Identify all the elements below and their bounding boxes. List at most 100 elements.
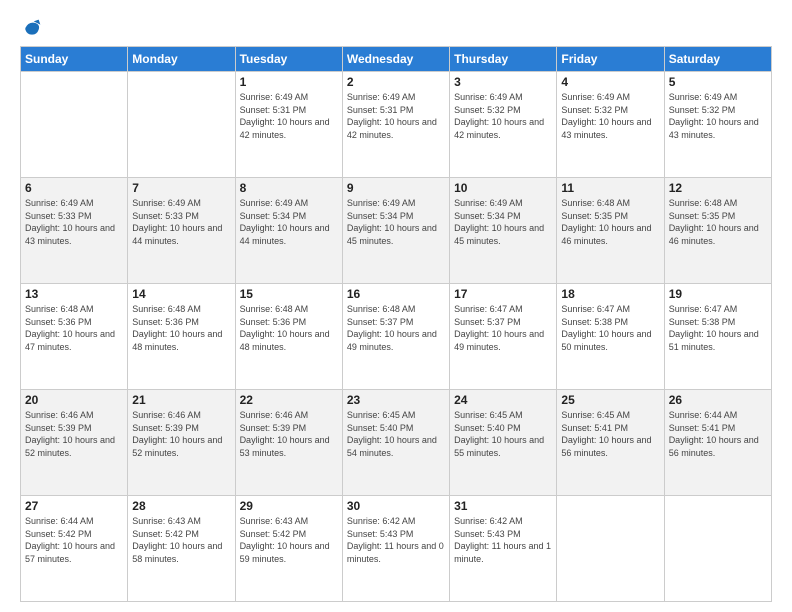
day-number: 15 [240,287,338,301]
day-number: 18 [561,287,659,301]
calendar-cell: 23Sunrise: 6:45 AMSunset: 5:40 PMDayligh… [342,390,449,496]
day-number: 12 [669,181,767,195]
calendar-cell: 18 Sunrise: 6:47 AMSunset: 5:38 PMDayligh… [557,284,664,390]
day-number: 9 [347,181,445,195]
day-info: Sunrise: 6:45 AMSunset: 5:41 PMDaylight:… [561,409,659,459]
calendar-cell: 25 Sunrise: 6:45 AMSunset: 5:41 PMDayligh… [557,390,664,496]
calendar-cell: 14 Sunrise: 6:48 AMSunset: 5:36 PMDayligh… [128,284,235,390]
calendar-cell: 8 Sunrise: 6:49 AMSunset: 5:34 PMDaylight… [235,178,342,284]
day-number: 16 [347,287,445,301]
calendar-cell: 11 Sunrise: 6:48 AMSunset: 5:35 PMDayligh… [557,178,664,284]
day-number: 8 [240,181,338,195]
calendar-cell: 15 Sunrise: 6:48 AMSunset: 5:36 PMDayligh… [235,284,342,390]
calendar-cell: 13 Sunrise: 6:48 AMSunset: 5:36 PMDayligh… [21,284,128,390]
day-number: 11 [561,181,659,195]
calendar-cell: 22 Sunrise: 6:46 AMSunset: 5:39 PMDayligh… [235,390,342,496]
calendar-cell: 17 Sunrise: 6:47 AMSunset: 5:37 PMDayligh… [450,284,557,390]
day-number: 25 [561,393,659,407]
day-info: Sunrise: 6:46 AMSunset: 5:39 PMDaylight:… [240,409,338,459]
logo-icon [22,18,42,38]
calendar-cell: 24 Sunrise: 6:45 AMSunset: 5:40 PMDayligh… [450,390,557,496]
calendar-cell: 3 Sunrise: 6:49 AMSunset: 5:32 PMDaylight… [450,72,557,178]
calendar-cell: 7 Sunrise: 6:49 AMSunset: 5:33 PMDaylight… [128,178,235,284]
day-number: 19 [669,287,767,301]
day-info: Sunrise: 6:49 AMSunset: 5:31 PMDaylight:… [240,91,338,141]
calendar-header-friday: Friday [557,47,664,72]
day-info: Sunrise: 6:44 AMSunset: 5:41 PMDaylight:… [669,409,767,459]
day-number: 3 [454,75,552,89]
day-number: 30 [347,499,445,513]
day-info: Sunrise: 6:44 AMSunset: 5:42 PMDaylight:… [25,515,123,565]
day-info: Sunrise: 6:49 AMSunset: 5:31 PMDaylight:… [347,91,445,141]
calendar-week-2: 6Sunrise: 6:49 AMSunset: 5:33 PMDaylight… [21,178,772,284]
calendar-header-tuesday: Tuesday [235,47,342,72]
day-number: 13 [25,287,123,301]
calendar-header-thursday: Thursday [450,47,557,72]
day-number: 2 [347,75,445,89]
calendar-cell [21,72,128,178]
day-number: 14 [132,287,230,301]
day-info: Sunrise: 6:43 AMSunset: 5:42 PMDaylight:… [132,515,230,565]
day-number: 10 [454,181,552,195]
day-info: Sunrise: 6:47 AMSunset: 5:38 PMDaylight:… [561,303,659,353]
calendar-cell: 9 Sunrise: 6:49 AMSunset: 5:34 PMDaylight… [342,178,449,284]
calendar-cell: 30Sunrise: 6:42 AMSunset: 5:43 PMDayligh… [342,496,449,602]
page: SundayMondayTuesdayWednesdayThursdayFrid… [0,0,792,612]
calendar-cell [664,496,771,602]
calendar-header-wednesday: Wednesday [342,47,449,72]
day-info: Sunrise: 6:48 AMSunset: 5:37 PMDaylight:… [347,303,445,353]
calendar-cell: 31 Sunrise: 6:42 AMSunset: 5:43 PMDayligh… [450,496,557,602]
day-info: Sunrise: 6:42 AMSunset: 5:43 PMDaylight:… [454,515,552,565]
day-number: 17 [454,287,552,301]
day-info: Sunrise: 6:48 AMSunset: 5:36 PMDaylight:… [25,303,123,353]
calendar-cell: 20Sunrise: 6:46 AMSunset: 5:39 PMDayligh… [21,390,128,496]
day-number: 5 [669,75,767,89]
calendar-cell: 4Sunrise: 6:49 AMSunset: 5:32 PMDaylight… [557,72,664,178]
calendar-cell: 5 Sunrise: 6:49 AMSunset: 5:32 PMDaylight… [664,72,771,178]
day-info: Sunrise: 6:49 AMSunset: 5:33 PMDaylight:… [132,197,230,247]
day-info: Sunrise: 6:49 AMSunset: 5:34 PMDaylight:… [454,197,552,247]
day-number: 1 [240,75,338,89]
calendar-cell: 6Sunrise: 6:49 AMSunset: 5:33 PMDaylight… [21,178,128,284]
calendar-header-monday: Monday [128,47,235,72]
calendar-cell: 27 Sunrise: 6:44 AMSunset: 5:42 PMDayligh… [21,496,128,602]
day-info: Sunrise: 6:46 AMSunset: 5:39 PMDaylight:… [132,409,230,459]
day-info: Sunrise: 6:47 AMSunset: 5:38 PMDaylight:… [669,303,767,353]
calendar-cell: 26Sunrise: 6:44 AMSunset: 5:41 PMDayligh… [664,390,771,496]
day-number: 21 [132,393,230,407]
calendar-header-saturday: Saturday [664,47,771,72]
day-number: 28 [132,499,230,513]
day-info: Sunrise: 6:45 AMSunset: 5:40 PMDaylight:… [454,409,552,459]
calendar-cell: 10 Sunrise: 6:49 AMSunset: 5:34 PMDayligh… [450,178,557,284]
calendar-week-1: 1 Sunrise: 6:49 AMSunset: 5:31 PMDaylight… [21,72,772,178]
day-number: 31 [454,499,552,513]
day-number: 7 [132,181,230,195]
calendar-cell: 12 Sunrise: 6:48 AMSunset: 5:35 PMDayligh… [664,178,771,284]
calendar-week-3: 13 Sunrise: 6:48 AMSunset: 5:36 PMDayligh… [21,284,772,390]
day-info: Sunrise: 6:48 AMSunset: 5:35 PMDaylight:… [669,197,767,247]
day-info: Sunrise: 6:48 AMSunset: 5:36 PMDaylight:… [240,303,338,353]
day-info: Sunrise: 6:48 AMSunset: 5:35 PMDaylight:… [561,197,659,247]
calendar-cell: 2 Sunrise: 6:49 AMSunset: 5:31 PMDaylight… [342,72,449,178]
day-info: Sunrise: 6:47 AMSunset: 5:37 PMDaylight:… [454,303,552,353]
day-number: 24 [454,393,552,407]
day-info: Sunrise: 6:49 AMSunset: 5:32 PMDaylight:… [669,91,767,141]
calendar-cell: 21 Sunrise: 6:46 AMSunset: 5:39 PMDayligh… [128,390,235,496]
calendar-week-5: 27 Sunrise: 6:44 AMSunset: 5:42 PMDayligh… [21,496,772,602]
day-info: Sunrise: 6:49 AMSunset: 5:32 PMDaylight:… [454,91,552,141]
day-info: Sunrise: 6:49 AMSunset: 5:32 PMDaylight:… [561,91,659,141]
header [20,18,772,38]
day-info: Sunrise: 6:46 AMSunset: 5:39 PMDaylight:… [25,409,123,459]
day-number: 22 [240,393,338,407]
day-info: Sunrise: 6:49 AMSunset: 5:33 PMDaylight:… [25,197,123,247]
calendar-cell [557,496,664,602]
day-number: 23 [347,393,445,407]
day-info: Sunrise: 6:43 AMSunset: 5:42 PMDaylight:… [240,515,338,565]
calendar-cell: 16 Sunrise: 6:48 AMSunset: 5:37 PMDayligh… [342,284,449,390]
calendar-cell: 29Sunrise: 6:43 AMSunset: 5:42 PMDayligh… [235,496,342,602]
day-info: Sunrise: 6:49 AMSunset: 5:34 PMDaylight:… [240,197,338,247]
day-info: Sunrise: 6:49 AMSunset: 5:34 PMDaylight:… [347,197,445,247]
calendar-cell [128,72,235,178]
day-number: 27 [25,499,123,513]
day-info: Sunrise: 6:48 AMSunset: 5:36 PMDaylight:… [132,303,230,353]
